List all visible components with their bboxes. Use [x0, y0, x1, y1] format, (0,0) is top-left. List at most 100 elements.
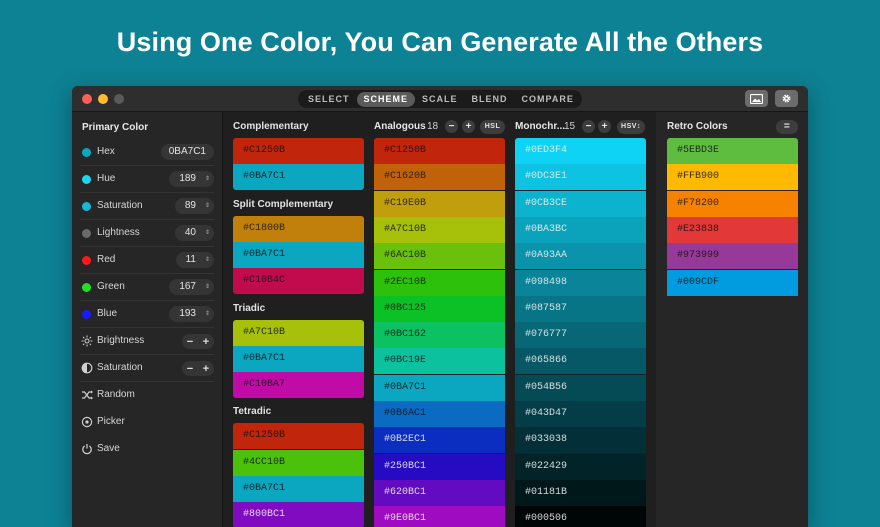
color-swatch[interactable]: #000506 — [515, 506, 646, 527]
sidebar-row-label: Saturation — [97, 200, 143, 211]
color-swatch[interactable]: #A7C10B — [374, 216, 505, 243]
saturation-field[interactable]: 89 ⇕ — [174, 198, 214, 214]
monochrome-increase-button[interactable]: + — [598, 120, 611, 133]
color-swatch[interactable]: #0BA3BC — [515, 216, 651, 243]
color-swatch[interactable]: #033038 — [515, 427, 646, 454]
scheme-group-title: Complementary — [233, 121, 309, 132]
sidebar-title: Primary Color — [82, 122, 149, 133]
color-swatch[interactable]: #0B2EC1 — [374, 427, 505, 454]
tab-compare[interactable]: COMPARE — [515, 92, 581, 107]
retro-column: Retro Colors = #5EBD3E #FFB900 #F78200 #E23… — [656, 112, 808, 527]
color-swatch[interactable]: #C1620B — [374, 164, 505, 191]
sidebar-row-lightness: Lightness 40 ⇕ — [72, 220, 222, 247]
color-swatch[interactable]: #0DC3E1 — [515, 164, 646, 191]
color-swatch[interactable]: #9E0BC1 — [374, 506, 505, 527]
stepper-arrows-icon[interactable]: ⇕ — [205, 171, 210, 187]
color-swatch[interactable]: #5EBD3E — [667, 138, 798, 164]
sidebar-action-save[interactable]: Save — [72, 436, 222, 463]
red-field[interactable]: 11 ⇕ — [175, 252, 214, 268]
sidebar-row-blue: Blue 193 ⇕ — [72, 301, 222, 328]
color-swatch[interactable]: #FFB900 — [667, 164, 798, 191]
tab-select[interactable]: SELECT — [301, 92, 357, 107]
stepper-arrows-icon[interactable]: ⇕ — [205, 252, 210, 268]
color-swatch[interactable]: #0BC19E — [374, 348, 505, 375]
color-swatch[interactable]: #C1250B — [233, 138, 364, 164]
color-swatch[interactable]: #A7C10B — [233, 319, 364, 346]
color-swatch[interactable]: #0BC125 — [374, 295, 505, 322]
monochrome-decrease-button[interactable]: − — [582, 120, 595, 133]
sidebar-action-random[interactable]: Random — [72, 382, 222, 409]
brightness-stepper[interactable]: − + — [182, 334, 214, 349]
lightness-field[interactable]: 40 ⇕ — [174, 225, 214, 241]
color-swatch[interactable]: #0BC162 — [374, 322, 505, 349]
color-swatch[interactable]: #C1250B — [374, 138, 505, 164]
color-swatch[interactable]: #01181B — [515, 479, 646, 506]
color-swatch[interactable]: #054B56 — [515, 374, 646, 401]
color-swatch[interactable]: #0BA7C1 — [374, 374, 510, 401]
sidebar-row-red: Red 11 ⇕ — [72, 247, 222, 274]
increase-button[interactable]: + — [203, 336, 209, 348]
color-swatch[interactable]: #620BC1 — [374, 479, 505, 506]
sidebar-action-label: Random — [97, 389, 135, 400]
close-window-button[interactable] — [82, 94, 92, 104]
color-swatch[interactable]: #0ED3F4 — [515, 138, 646, 164]
sidebar-action-picker[interactable]: Picker — [72, 409, 222, 436]
color-swatch[interactable]: #0B6AC1 — [374, 401, 505, 427]
color-swatch[interactable]: #022429 — [515, 453, 646, 480]
color-swatch[interactable]: #C10B4C — [233, 268, 364, 295]
sidebar-row-label: Lightness — [97, 227, 140, 238]
green-field[interactable]: 167 ⇕ — [169, 279, 214, 295]
color-swatch[interactable]: #076777 — [515, 322, 646, 349]
analogous-decrease-button[interactable]: − — [445, 120, 458, 133]
analogous-column: Analogous 18 − + HSL #C1250B #C1620B #C19E… — [374, 112, 515, 527]
decrease-button[interactable]: − — [187, 336, 193, 348]
zoom-window-button[interactable] — [114, 94, 124, 104]
saturation-stepper[interactable]: − + — [182, 361, 214, 376]
decrease-button[interactable]: − — [187, 363, 193, 375]
color-swatch[interactable]: #800BC1 — [233, 502, 364, 527]
color-swatch[interactable]: #0BA7C1 — [233, 164, 369, 191]
color-swatch[interactable]: #C1250B — [233, 423, 364, 450]
color-swatch[interactable]: #0BA7C1 — [233, 345, 369, 372]
analogous-increase-button[interactable]: + — [462, 120, 475, 133]
stepper-arrows-icon[interactable]: ⇕ — [205, 279, 210, 295]
stepper-arrows-icon[interactable]: ⇕ — [205, 198, 210, 214]
color-swatch[interactable]: #4CC10B — [233, 449, 364, 476]
image-button[interactable] — [745, 90, 768, 107]
blue-field[interactable]: 193 ⇕ — [169, 306, 214, 322]
color-swatch[interactable]: #043D47 — [515, 401, 646, 427]
hex-field[interactable]: 0BA7C1 — [160, 144, 214, 160]
stepper-arrows-icon[interactable]: ⇕ — [205, 225, 210, 241]
color-swatch[interactable]: #065866 — [515, 348, 646, 375]
color-swatch[interactable]: #C10BA7 — [233, 372, 364, 399]
color-swatch[interactable]: #0CB3CE — [515, 190, 646, 217]
color-swatch[interactable]: #E23838 — [667, 216, 798, 243]
retro-menu-button[interactable]: = — [776, 120, 798, 134]
color-swatch[interactable]: #0BA7C1 — [233, 241, 369, 268]
hue-field[interactable]: 189 ⇕ — [169, 171, 214, 187]
color-swatch[interactable]: #250BC1 — [374, 453, 505, 480]
color-swatch[interactable]: #C19E0B — [374, 190, 505, 217]
color-swatch[interactable]: #0A93AA — [515, 243, 646, 270]
stepper-arrows-icon[interactable]: ⇕ — [205, 306, 210, 322]
target-icon — [81, 416, 93, 428]
color-swatch[interactable]: #973999 — [667, 243, 798, 270]
color-swatch[interactable]: #0BA7C1 — [233, 476, 369, 502]
sidebar-action-brightness: Brightness − + — [72, 328, 222, 355]
headline: Using One Color, You Can Generate All th… — [116, 27, 764, 57]
color-swatch[interactable]: #F78200 — [667, 190, 798, 217]
color-swatch[interactable]: #C1800B — [233, 215, 364, 242]
settings-button[interactable] — [775, 90, 798, 107]
color-swatch[interactable]: #6AC10B — [374, 243, 505, 270]
color-swatch[interactable]: #2EC10B — [374, 269, 505, 296]
analogous-mode-toggle[interactable]: HSL — [480, 120, 505, 134]
tab-scheme[interactable]: SCHEME — [356, 91, 416, 107]
color-swatch[interactable]: #098498 — [515, 269, 646, 296]
color-swatch[interactable]: #009CDF — [667, 269, 798, 296]
tab-blend[interactable]: BLEND — [465, 92, 515, 107]
tab-scale[interactable]: SCALE — [415, 92, 465, 107]
minimize-window-button[interactable] — [98, 94, 108, 104]
color-swatch[interactable]: #087587 — [515, 295, 646, 322]
monochrome-mode-toggle[interactable]: HSV↕ — [617, 120, 645, 134]
increase-button[interactable]: + — [203, 363, 209, 375]
